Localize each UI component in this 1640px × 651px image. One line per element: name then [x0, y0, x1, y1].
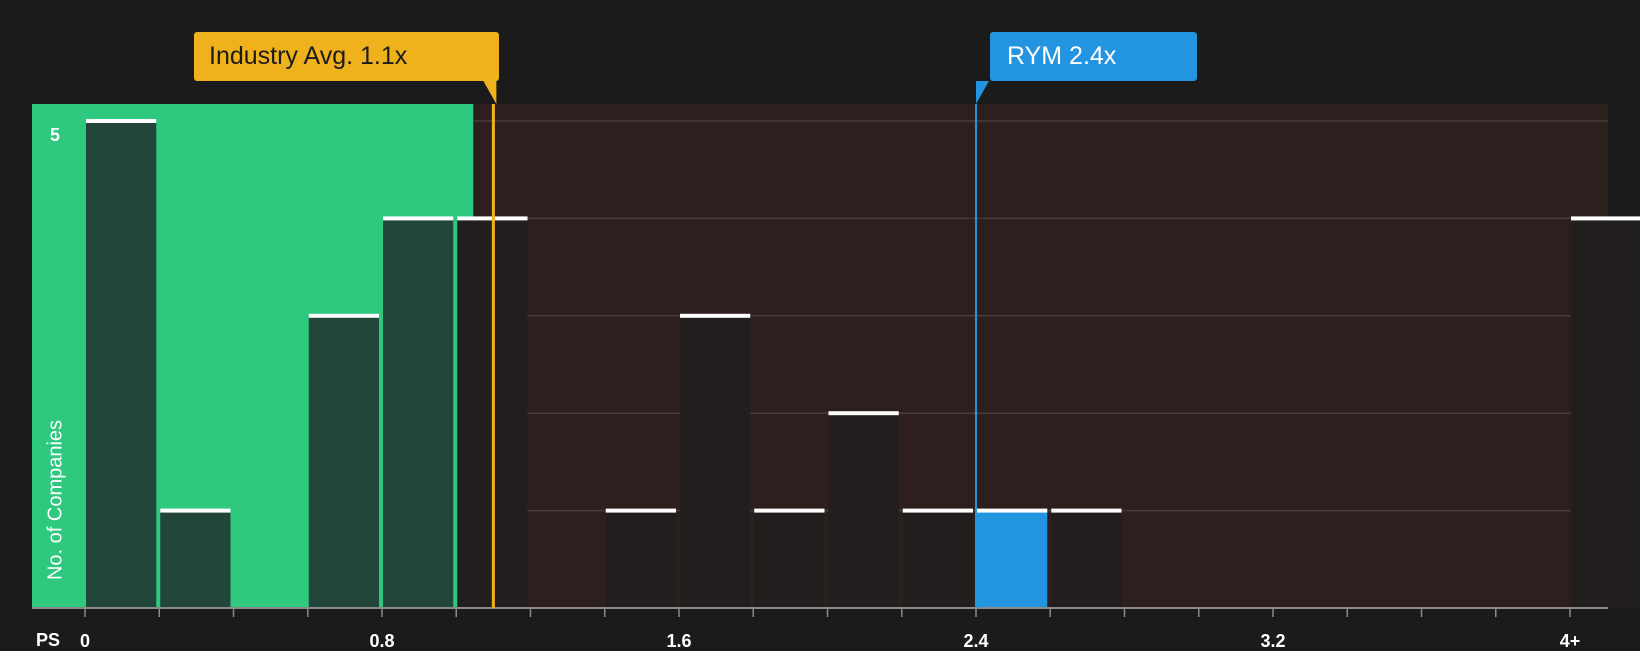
bar-top-line	[308, 313, 379, 318]
histogram-bar	[754, 510, 825, 608]
x-tick-label: 3.2	[1260, 631, 1285, 650]
chart-canvas: 0 0.8 1.6 2.4 3.2 4+	[32, 81, 1640, 650]
bar-top-line	[1571, 216, 1640, 221]
histogram-bar	[160, 510, 231, 608]
histogram-bar	[902, 510, 973, 608]
histogram-bar	[86, 121, 157, 608]
x-axis-label: PS	[36, 630, 61, 650]
industry-avg-label: Industry Avg. 1.1x	[194, 32, 499, 81]
histogram-bar	[383, 218, 454, 608]
histogram-bar	[308, 315, 379, 608]
histogram-bar	[680, 315, 751, 608]
bar-top-line	[383, 216, 454, 221]
y-max-tick-label: 5	[50, 125, 61, 145]
x-tick-label: 4+	[1560, 631, 1581, 650]
company-pointer	[976, 81, 989, 104]
bar-top-line	[160, 508, 231, 513]
company-ps-label: RYM 2.4x	[990, 32, 1197, 81]
ps-ratio-chart: 0 0.8 1.6 2.4 3.2 4+ Industry Avg. 1.1x RYM 2…	[0, 0, 1640, 650]
x-tick-label: 0.8	[369, 631, 394, 650]
histogram-bar	[977, 510, 1048, 608]
histogram-bar	[605, 510, 676, 608]
x-tick-label: 1.6	[666, 631, 691, 650]
bar-top-line	[902, 508, 973, 513]
y-axis-label: No. of Companies	[44, 419, 67, 581]
industry-avg-pointer	[483, 81, 497, 104]
x-tick-label: 2.4	[963, 631, 988, 650]
bar-top-line	[1051, 508, 1122, 513]
histogram-bar	[828, 413, 899, 608]
bar-top-line	[605, 508, 676, 513]
bar-top-line	[754, 508, 825, 513]
bar-top-line	[680, 313, 751, 318]
bar-top-line	[977, 508, 1048, 513]
histogram-bar	[1571, 218, 1640, 608]
bar-top-line	[828, 411, 899, 416]
bar-top-line	[86, 119, 157, 123]
x-tick-label: 0	[80, 631, 90, 650]
histogram-bar	[1051, 510, 1122, 608]
